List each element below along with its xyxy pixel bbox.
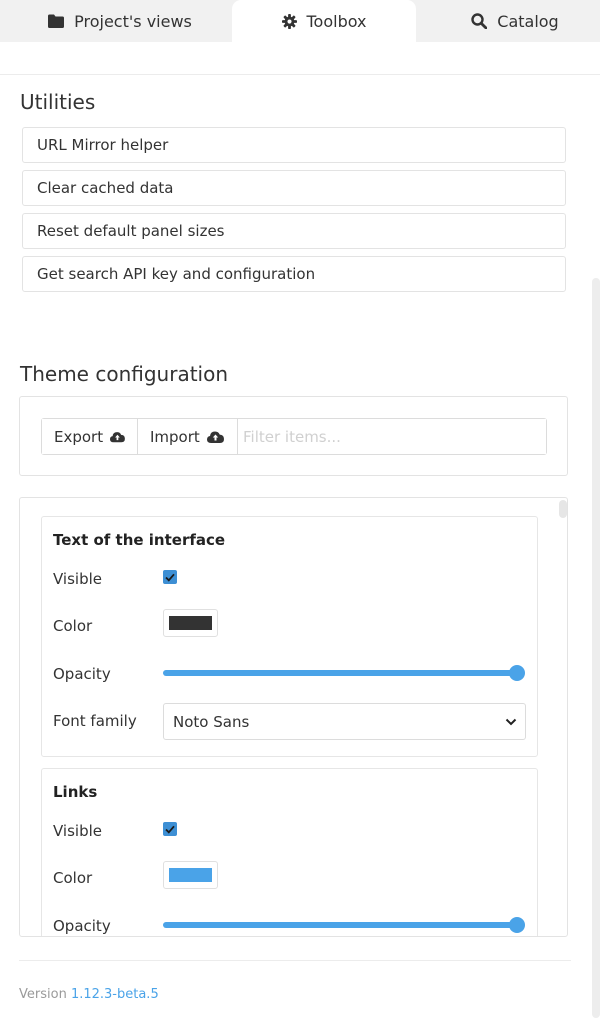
card-title: Text of the interface	[53, 531, 226, 549]
tab-projects-views-label: Project's views	[74, 11, 192, 31]
color-swatch	[169, 616, 212, 630]
panel-scrollbar[interactable]	[559, 500, 567, 518]
tab-catalog-label: Catalog	[497, 11, 559, 31]
opacity-slider[interactable]	[163, 665, 525, 681]
color-picker[interactable]	[163, 861, 218, 889]
tab-bar: Project's views Toolbox Catalog	[0, 0, 600, 42]
font-family-label: Font family	[53, 712, 137, 730]
footer-divider	[19, 960, 571, 961]
color-picker[interactable]	[163, 609, 218, 637]
version-info: Version 1.12.3-beta.5	[19, 987, 159, 1002]
utilities-title: Utilities	[20, 90, 96, 114]
tab-toolbox-label: Toolbox	[306, 11, 367, 31]
search-icon	[471, 13, 488, 29]
cloud-upload-icon	[110, 431, 125, 442]
theme-card-links: Links Visible Color Opacity	[41, 768, 538, 936]
opacity-label: Opacity	[53, 665, 111, 683]
import-button[interactable]: Import	[138, 419, 238, 454]
checkmark-icon	[165, 573, 175, 582]
font-family-select[interactable]: Noto Sans	[163, 703, 526, 740]
export-label: Export	[54, 427, 104, 446]
chevron-down-icon	[505, 718, 517, 726]
header-divider	[0, 74, 600, 75]
version-link[interactable]: 1.12.3-beta.5	[71, 987, 159, 1002]
card-title: Links	[53, 783, 98, 801]
color-label: Color	[53, 617, 93, 635]
tab-projects-views[interactable]: Project's views	[30, 0, 210, 42]
slider-track	[163, 670, 517, 676]
opacity-slider[interactable]	[163, 917, 525, 933]
visible-checkbox[interactable]	[163, 822, 177, 836]
get-search-api-key-button[interactable]: Get search API key and configuration	[22, 256, 566, 292]
theme-card-interface-text: Text of the interface Visible Color Opac…	[41, 516, 538, 757]
folder-icon	[48, 14, 65, 28]
filter-items-input[interactable]	[238, 419, 546, 454]
slider-thumb[interactable]	[509, 917, 525, 933]
visible-checkbox[interactable]	[163, 570, 177, 584]
font-family-value: Noto Sans	[173, 712, 250, 731]
theme-items-panel: Text of the interface Visible Color Opac…	[19, 497, 568, 937]
gear-icon	[281, 13, 297, 29]
url-mirror-helper-button[interactable]: URL Mirror helper	[22, 127, 566, 163]
version-label: Version	[19, 987, 67, 1002]
theme-toolbar: Export Import	[19, 396, 568, 476]
tab-toolbox[interactable]: Toolbox	[232, 0, 416, 42]
slider-thumb[interactable]	[509, 665, 525, 681]
import-label: Import	[150, 427, 200, 446]
clear-cached-data-button[interactable]: Clear cached data	[22, 170, 566, 206]
theme-button-group: Export Import	[41, 418, 547, 455]
opacity-label: Opacity	[53, 917, 111, 935]
checkmark-icon	[165, 825, 175, 834]
cloud-upload-icon	[206, 431, 224, 443]
tab-catalog[interactable]: Catalog	[450, 0, 580, 42]
visible-label: Visible	[53, 570, 102, 588]
page-scrollbar[interactable]	[592, 278, 600, 1018]
visible-label: Visible	[53, 822, 102, 840]
theme-configuration-title: Theme configuration	[20, 362, 229, 386]
slider-track	[163, 922, 517, 928]
reset-panel-sizes-button[interactable]: Reset default panel sizes	[22, 213, 566, 249]
color-swatch	[169, 868, 212, 882]
export-button[interactable]: Export	[42, 419, 138, 454]
color-label: Color	[53, 869, 93, 887]
